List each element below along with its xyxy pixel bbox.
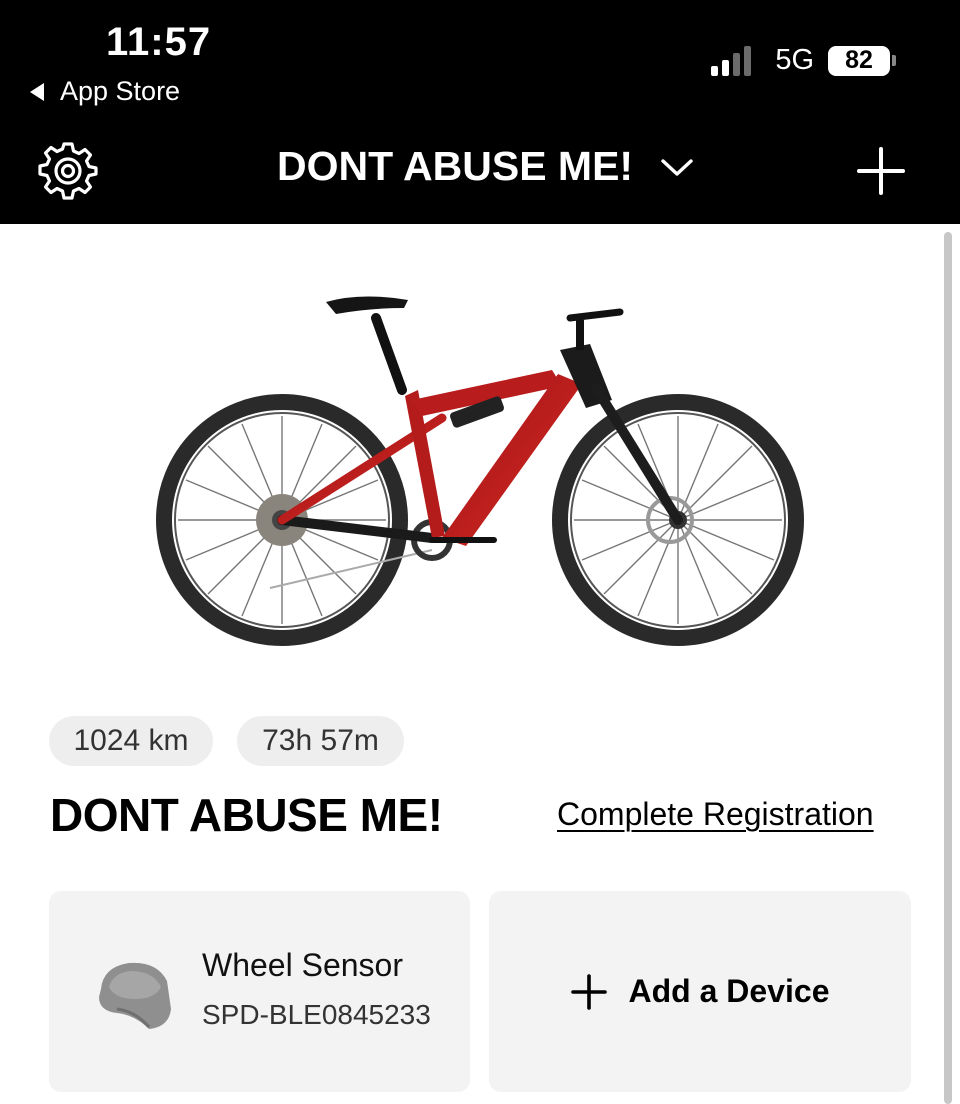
top-bar: 11:57 App Store 5G 82 DONT ABUSE ME! — [0, 0, 960, 224]
header-title: DONT ABUSE ME! — [277, 143, 634, 189]
network-type: 5G — [775, 44, 814, 76]
wheel-sensor-card[interactable]: Wheel Sensor SPD-BLE0845233 — [49, 891, 470, 1092]
bike-image — [156, 296, 804, 646]
scrollbar[interactable] — [944, 232, 952, 1104]
back-to-app-store[interactable]: App Store — [30, 76, 180, 107]
bike-selector[interactable]: DONT ABUSE ME! — [277, 143, 695, 190]
plus-icon — [570, 973, 607, 1010]
chevron-down-icon — [661, 158, 693, 176]
distance-chip: 1024 km — [49, 716, 213, 766]
ride-time-chip: 73h 57m — [237, 716, 404, 766]
add-device-label: Add a Device — [628, 973, 830, 1009]
wheel-sensor-icon — [99, 962, 171, 1029]
app-screen: 11:57 App Store 5G 82 DONT ABUSE ME! 102… — [0, 0, 960, 1104]
sensor-name: Wheel Sensor — [202, 947, 403, 983]
battery-icon: 82 — [828, 45, 896, 76]
add-device-button[interactable]: Add a Device — [489, 891, 911, 1092]
complete-registration-link[interactable]: Complete Registration — [557, 796, 874, 833]
back-label: App Store — [60, 76, 181, 106]
sensor-id: SPD-BLE0845233 — [202, 999, 431, 1030]
signal-icon — [711, 45, 752, 76]
status-time: 11:57 — [106, 20, 212, 64]
add-device-content: Add a Device — [570, 973, 830, 1010]
back-arrow-icon — [30, 82, 44, 101]
status-indicators: 5G 82 — [711, 44, 896, 77]
plus-icon[interactable] — [856, 146, 906, 196]
gear-icon[interactable] — [38, 140, 98, 200]
battery-level: 82 — [828, 45, 890, 76]
bike-name: DONT ABUSE ME! — [50, 789, 443, 841]
